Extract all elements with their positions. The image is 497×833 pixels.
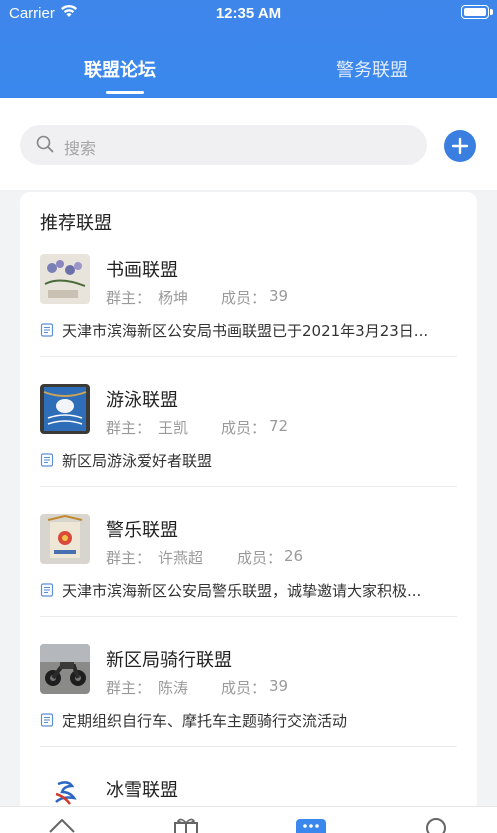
divider: [40, 616, 457, 617]
list-item[interactable]: 警乐联盟 群主： 许燕超 成员： 26 天津市滨海新区公安局警乐联盟，诚挚邀请大…: [40, 514, 457, 644]
divider: [40, 356, 457, 357]
profile-icon[interactable]: [422, 817, 450, 833]
gift-icon[interactable]: [172, 817, 200, 833]
alliance-name: 警乐联盟: [106, 520, 178, 541]
owner-label: 群主：: [106, 289, 152, 307]
members-count: 72: [269, 417, 289, 435]
owner-label: 群主：: [106, 549, 152, 567]
battery-icon: [461, 5, 493, 19]
members-count: 39: [269, 287, 289, 305]
alliance-avatar: [40, 644, 90, 694]
alliance-avatar: [40, 384, 90, 434]
alliance-name: 新区局骑行联盟: [106, 650, 232, 671]
search-input[interactable]: 搜索: [20, 125, 427, 165]
tab-police-alliance[interactable]: 警务联盟: [336, 56, 408, 82]
search-area: 搜索: [0, 98, 497, 190]
members-count: 39: [269, 677, 289, 695]
tab-alliance-forum[interactable]: 联盟论坛: [84, 56, 156, 82]
status-bar: Carrier 12:35 AM: [0, 0, 497, 26]
document-icon: [40, 452, 54, 471]
owner-name: 王凯: [158, 419, 189, 437]
home-icon[interactable]: [48, 817, 76, 833]
search-placeholder: 搜索: [64, 139, 97, 158]
members-count: 26: [284, 547, 304, 565]
members-label: 成员：: [221, 679, 267, 697]
search-icon: [36, 135, 54, 157]
alliance-name: 冰雪联盟: [106, 780, 178, 801]
owner-label: 群主：: [106, 419, 152, 437]
alliance-description: 天津市滨海新区公安局书画联盟已于2021年3月23日...: [62, 322, 429, 340]
list-item[interactable]: 书画联盟 群主： 杨坤 成员： 39 天津市滨海新区公安局书画联盟已于2021年…: [40, 254, 457, 384]
list-item[interactable]: 游泳联盟 群主： 王凯 成员： 72 新区局游泳爱好者联盟: [40, 384, 457, 514]
owner-name: 杨坤: [158, 289, 189, 307]
forum-icon[interactable]: [296, 819, 326, 833]
plus-icon: [451, 137, 469, 155]
document-icon: [40, 582, 54, 601]
members-label: 成员：: [221, 289, 267, 307]
alliance-name: 游泳联盟: [106, 390, 178, 411]
section-title: 推荐联盟: [40, 213, 112, 234]
document-icon: [40, 322, 54, 341]
add-button[interactable]: [444, 130, 476, 162]
divider: [40, 746, 457, 747]
list-item[interactable]: 新区局骑行联盟 群主： 陈涛 成员： 39 定期组织自行车、摩托车主题骑行交流活…: [40, 644, 457, 774]
recommended-card: 推荐联盟 书画联盟 群主： 杨坤 成员： 39 天津市滨海新区公安局书画联盟已于…: [20, 192, 477, 812]
members-label: 成员：: [237, 549, 283, 567]
alliance-description: 定期组织自行车、摩托车主题骑行交流活动: [62, 712, 348, 730]
alliance-avatar: [40, 254, 90, 304]
active-tab-indicator: [106, 91, 144, 94]
alliance-description: 新区局游泳爱好者联盟: [62, 452, 213, 470]
alliance-name: 书画联盟: [106, 260, 178, 281]
header: Carrier 12:35 AM 联盟论坛 警务联盟: [0, 0, 497, 98]
alliance-description: 天津市滨海新区公安局警乐联盟，诚挚邀请大家积极...: [62, 582, 422, 600]
divider: [40, 486, 457, 487]
members-label: 成员：: [221, 419, 267, 437]
bottom-tab-bar: [0, 806, 497, 833]
owner-name: 许燕超: [158, 549, 204, 567]
alliance-avatar: [40, 514, 90, 564]
document-icon: [40, 712, 54, 731]
owner-label: 群主：: [106, 679, 152, 697]
owner-name: 陈涛: [158, 679, 189, 697]
clock: 12:35 AM: [215, 5, 282, 22]
